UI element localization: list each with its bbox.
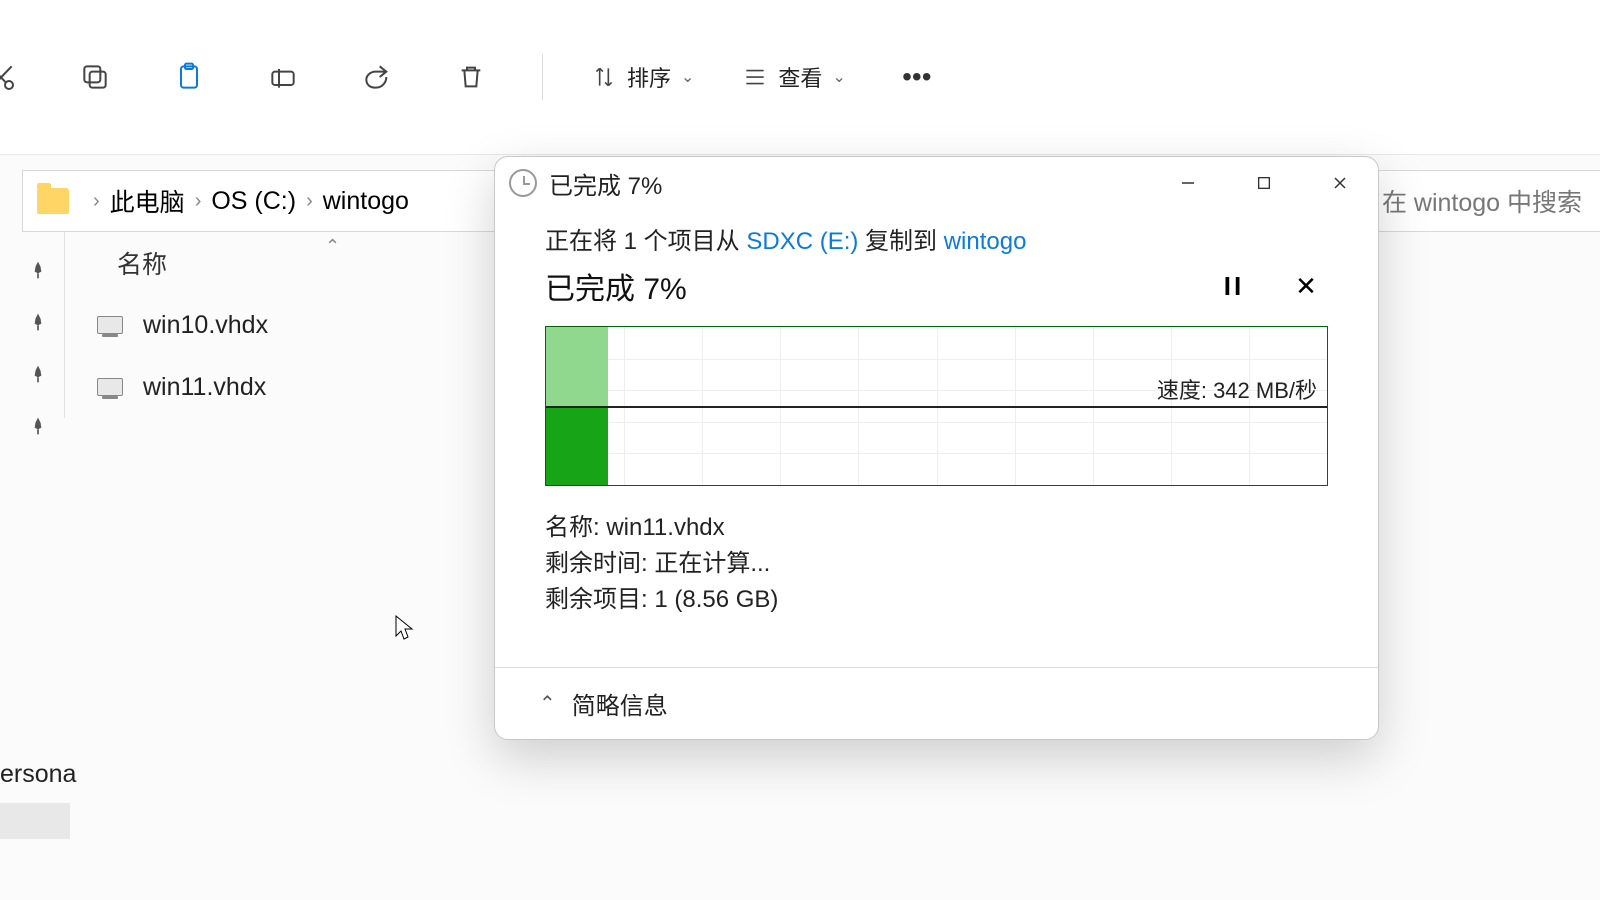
dialog-titlebar[interactable]: 已完成 7% xyxy=(495,157,1378,209)
detail-time: 正在计算... xyxy=(654,550,770,577)
breadcrumb-folder[interactable]: wintogo xyxy=(323,187,409,216)
share-icon[interactable] xyxy=(354,54,400,100)
copy-description: 正在将 1 个项目从 SDXC (E:) 复制到 wintogo xyxy=(545,221,1328,256)
file-name: win10.vhdx xyxy=(143,311,268,340)
rename-icon[interactable] xyxy=(260,54,306,100)
copy-icon[interactable] xyxy=(72,54,118,100)
toolbar: 排序 ⌄ 查看 ⌄ ••• xyxy=(0,0,1600,155)
view-button[interactable]: 查看 ⌄ xyxy=(742,61,845,93)
breadcrumb-drive[interactable]: OS (C:) xyxy=(211,187,296,216)
column-name-label: 名称 xyxy=(117,245,167,281)
folder-icon xyxy=(37,188,69,214)
view-label: 查看 xyxy=(778,61,822,93)
cancel-button[interactable]: ✕ xyxy=(1284,264,1328,308)
paste-icon[interactable] xyxy=(166,54,212,100)
chevron-right-icon: › xyxy=(306,190,313,213)
speed-graph: 速度: 342 MB/秒 xyxy=(545,326,1328,486)
breadcrumb-root[interactable]: 此电脑 xyxy=(110,183,185,219)
more-icon[interactable]: ••• xyxy=(894,54,940,100)
chevron-up-icon: ⌃ xyxy=(539,691,556,716)
pin-icon[interactable] xyxy=(28,260,52,284)
progress-percent: 已完成 7% xyxy=(545,264,1184,308)
cursor-icon xyxy=(394,614,414,642)
close-button[interactable] xyxy=(1308,161,1372,205)
nav-item[interactable]: ersona xyxy=(0,754,70,795)
brief-toggle[interactable]: ⌃ 简略信息 xyxy=(495,667,1378,739)
speed-label: 速度: 342 MB/秒 xyxy=(1157,373,1317,405)
pause-button[interactable]: II xyxy=(1212,264,1256,308)
sort-button[interactable]: 排序 ⌄ xyxy=(591,61,694,93)
delete-icon[interactable] xyxy=(448,54,494,100)
dialog-title: 已完成 7% xyxy=(549,166,662,201)
sort-indicator-icon: ⌃ xyxy=(325,236,340,257)
search-placeholder: 在 wintogo 中搜索 xyxy=(1382,183,1582,219)
chevron-down-icon: ⌄ xyxy=(832,67,845,87)
dialog-body: 正在将 1 个项目从 SDXC (E:) 复制到 wintogo 已完成 7% … xyxy=(495,209,1378,667)
sort-label: 排序 xyxy=(627,61,671,93)
clock-icon xyxy=(509,169,537,197)
brief-label: 简略信息 xyxy=(572,686,668,721)
source-link[interactable]: SDXC (E:) xyxy=(746,228,858,255)
maximize-button[interactable] xyxy=(1232,161,1296,205)
nav-item-selected[interactable] xyxy=(0,803,70,839)
nav-tree: ersona xyxy=(0,754,70,839)
chevron-right-icon: › xyxy=(93,190,100,213)
detail-name: win11.vhdx xyxy=(606,514,724,541)
toolbar-separator xyxy=(542,54,543,100)
disk-icon xyxy=(97,378,123,396)
cut-icon[interactable] xyxy=(0,54,24,100)
search-input[interactable]: 在 wintogo 中搜索 xyxy=(1382,170,1600,232)
copy-details: 名称: win11.vhdx 剩余时间: 正在计算... 剩余项目: 1 (8.… xyxy=(545,510,1328,618)
minimize-button[interactable] xyxy=(1156,161,1220,205)
chevron-down-icon: ⌄ xyxy=(681,67,694,87)
pin-icon[interactable] xyxy=(28,312,52,336)
pin-icon[interactable] xyxy=(28,416,52,440)
pin-icon[interactable] xyxy=(28,364,52,388)
disk-icon xyxy=(97,316,123,334)
chevron-right-icon: › xyxy=(195,190,202,213)
file-name: win11.vhdx xyxy=(143,373,266,402)
detail-items: 1 (8.56 GB) xyxy=(654,586,778,613)
sidebar-pins xyxy=(0,232,64,468)
dest-link[interactable]: wintogo xyxy=(944,228,1027,255)
copy-dialog: 已完成 7% 正在将 1 个项目从 SDXC (E:) 复制到 wintogo … xyxy=(494,156,1379,740)
